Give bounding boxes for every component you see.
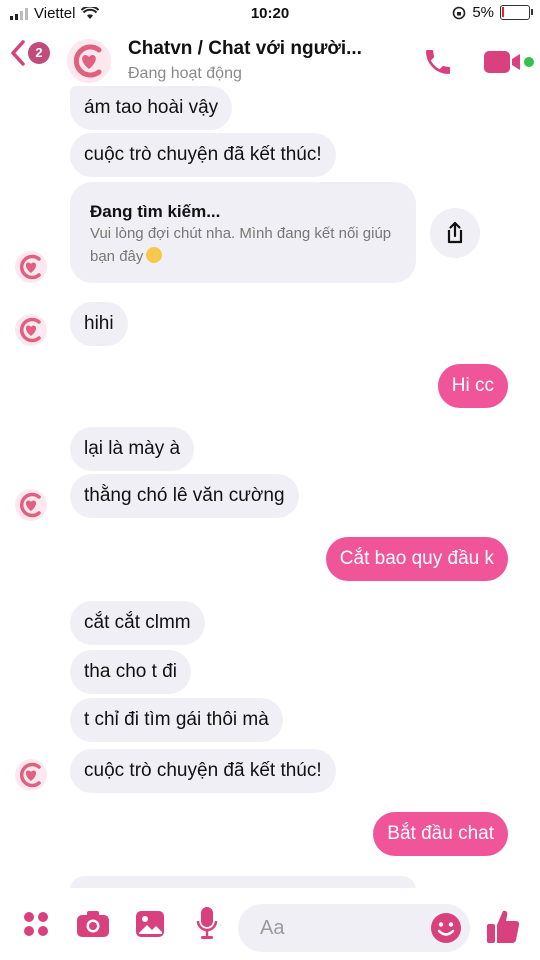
- message-input-placeholder: Aa: [260, 917, 285, 939]
- battery-percent: 5%: [472, 4, 494, 21]
- avatar[interactable]: [14, 758, 48, 792]
- rotation-lock-icon: [453, 6, 466, 19]
- emoji-icon[interactable]: [430, 912, 462, 944]
- message-bubble-outgoing[interactable]: Bắt đầu chat: [373, 812, 508, 856]
- emoji-icon: [146, 247, 163, 263]
- active-status: Đang hoạt động: [128, 65, 242, 82]
- message-bubble-incoming[interactable]: thằng chó lê văn cường: [70, 474, 299, 518]
- avatar[interactable]: [14, 250, 48, 284]
- message-input[interactable]: Aa: [238, 904, 470, 952]
- card-title: Đang tìm kiếm...: [90, 202, 221, 221]
- share-button[interactable]: [430, 208, 480, 258]
- message-bubble-incoming[interactable]: t chỉ đi tìm gái thôi mà: [70, 698, 283, 742]
- message-bubble-incoming[interactable]: ám tao hoài vậy: [70, 86, 233, 130]
- message-bubble-incoming[interactable]: cắt cắt clmm: [70, 601, 205, 645]
- avatar[interactable]: [66, 38, 112, 84]
- back-button[interactable]: 2: [10, 40, 50, 66]
- avatar[interactable]: [14, 313, 48, 347]
- message-bubble-incoming[interactable]: cuộc trò chuyện đã kết thúc!: [70, 133, 336, 177]
- thumbs-up-icon[interactable]: [486, 908, 520, 944]
- searching-card[interactable]: Đang tìm kiếm... Vui lòng đợi chút nha. …: [70, 182, 416, 283]
- message-bubble-incoming[interactable]: cuộc trò chuyện đã kết thúc!: [70, 749, 336, 793]
- chat-title[interactable]: Chatvn / Chat với người...: [128, 38, 362, 60]
- video-call-icon[interactable]: [484, 48, 536, 76]
- battery-icon: [500, 5, 533, 20]
- phone-call-icon[interactable]: [422, 46, 454, 78]
- message-bubble-outgoing[interactable]: Cắt bao quy đầu k: [325, 537, 508, 581]
- camera-icon[interactable]: [76, 910, 110, 938]
- avatar[interactable]: [14, 488, 48, 522]
- message-bubble-outgoing[interactable]: Hi cc: [437, 364, 508, 408]
- microphone-icon[interactable]: [196, 906, 218, 940]
- message-bubble-incoming[interactable]: hihi: [70, 302, 128, 346]
- status-bar: Viettel 10:20 5%: [0, 0, 540, 28]
- message-bubble-incoming[interactable]: lại là mày à: [70, 427, 195, 471]
- card-description: Vui lòng đợi chút nha. Mình đang kết nối…: [90, 225, 392, 265]
- menu-grid-icon[interactable]: [22, 910, 50, 938]
- message-bubble-incoming[interactable]: tha cho t đi: [70, 650, 191, 694]
- chat-header: 2 Chatvn / Chat với người... Đang hoạt đ…: [0, 28, 540, 94]
- image-icon[interactable]: [135, 910, 165, 938]
- unread-badge: 2: [28, 42, 50, 64]
- chevron-left-icon: [11, 40, 25, 66]
- status-right: 5%: [452, 4, 533, 21]
